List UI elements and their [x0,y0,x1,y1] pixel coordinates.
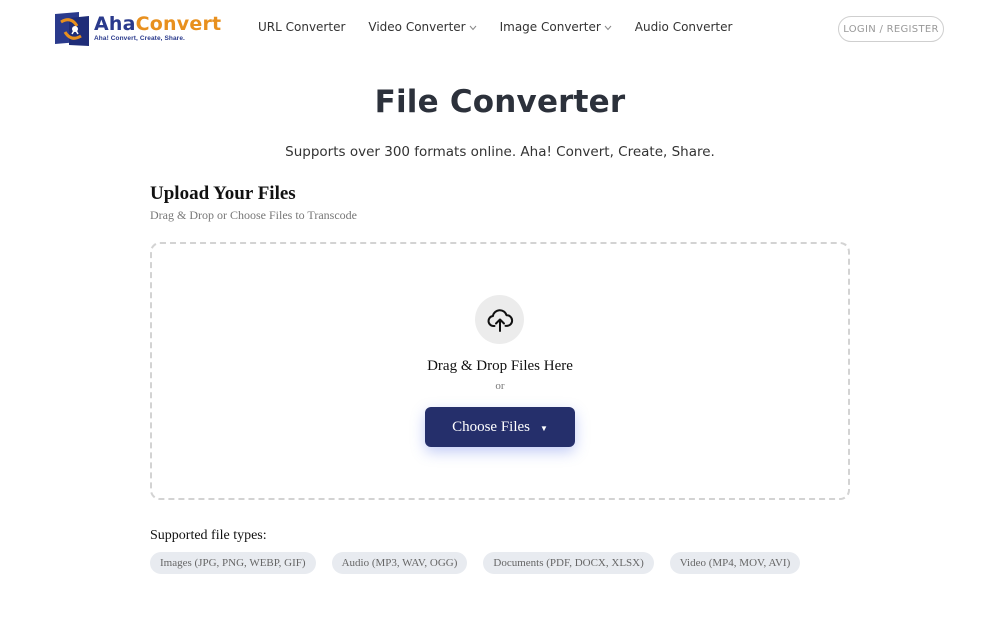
supported-types-list: Images (JPG, PNG, WEBP, GIF) Audio (MP3,… [150,552,816,574]
caret-down-icon: ▼ [540,423,548,433]
upload-subheading: Drag & Drop or Choose Files to Transcode [150,208,357,222]
nav-item-label: Image Converter [499,20,601,34]
page-title: File Converter [374,84,626,120]
nav-item-label: Video Converter [368,20,466,34]
file-type-chip: Audio (MP3, WAV, OGG) [331,552,468,574]
page-subtitle: Supports over 300 formats online. Aha! C… [285,144,715,160]
nav-image-converter[interactable]: Image Converter [500,20,612,34]
upload-heading: Upload Your Files [150,183,296,204]
nav-item-label: Audio Converter [634,20,733,34]
login-register-button[interactable]: LOGIN / REGISTER [838,16,944,42]
supported-types-label: Supported file types: [150,528,267,543]
choose-files-button[interactable]: Choose Files ▼ [425,407,575,447]
file-type-chip: Documents (PDF, DOCX, XLSX) [483,552,654,574]
main-nav: URL Converter Video Converter Image Conv… [258,20,755,34]
nav-video-converter[interactable]: Video Converter [368,20,476,34]
file-type-chip: Images (JPG, PNG, WEBP, GIF) [150,552,316,574]
site-header: AhaConvert Aha! Convert, Create, Share. … [0,0,1000,58]
logo-mark-icon [55,12,91,46]
nav-audio-converter[interactable]: Audio Converter [635,20,733,34]
or-separator: or [495,380,505,392]
drop-instruction: Drag & Drop Files Here [427,358,573,374]
brand-tagline: Aha! Convert, Create, Share. [94,35,185,42]
nav-url-converter[interactable]: URL Converter [258,20,345,34]
choose-files-label: Choose Files [452,418,530,435]
cloud-upload-icon [475,295,524,344]
file-type-chip: Video (MP4, MOV, AVI) [669,552,801,574]
chevron-down-icon [604,24,612,33]
brand-name-part1: Aha [94,13,136,35]
chevron-down-icon [469,24,477,33]
logo[interactable]: AhaConvert Aha! Convert, Create, Share. [55,12,221,46]
brand-name-part2: Convert [135,13,222,35]
brand-name: AhaConvert [94,13,221,35]
nav-item-label: URL Converter [258,20,346,34]
